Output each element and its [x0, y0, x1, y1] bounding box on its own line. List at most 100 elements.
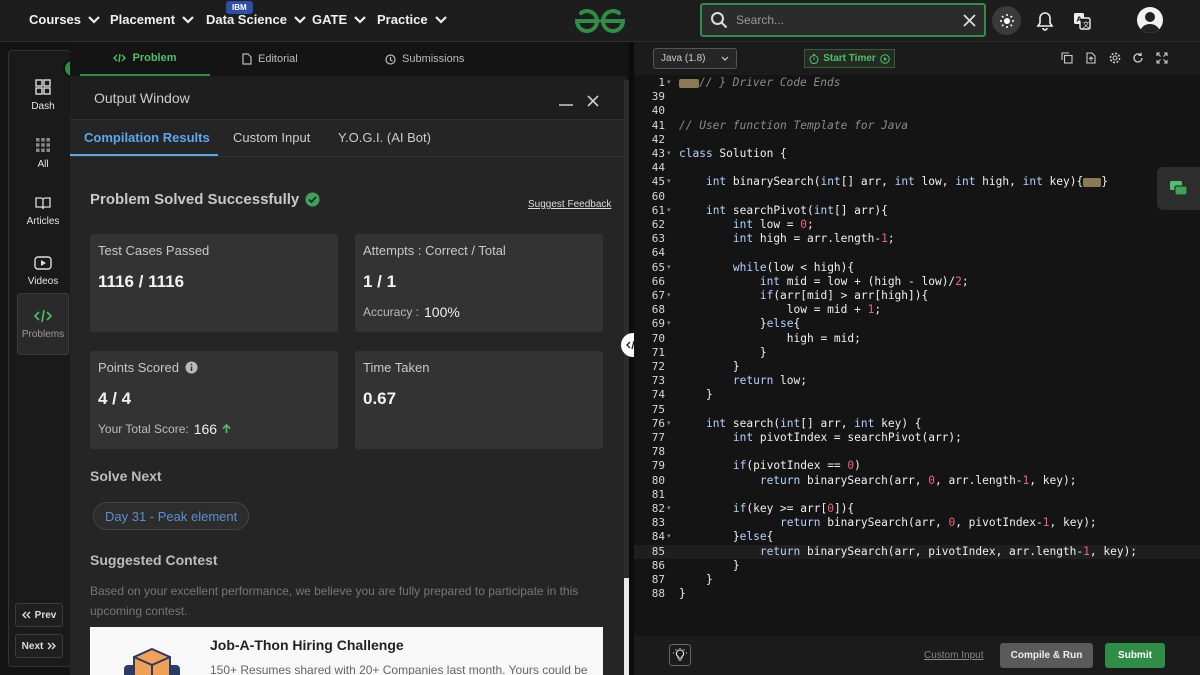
code-line[interactable]: 77 int pivotIndex = searchPivot(arr);: [634, 431, 1200, 445]
code-line[interactable]: 88}: [634, 587, 1200, 601]
tab-submissions[interactable]: Submissions: [385, 42, 464, 76]
close-icon[interactable]: [587, 95, 599, 107]
code-line[interactable]: 87 }: [634, 573, 1200, 587]
code-line[interactable]: 79 if(pivotIndex == 0): [634, 459, 1200, 473]
code-line[interactable]: 64: [634, 246, 1200, 260]
code-line[interactable]: 65 ▾ while(low < high){: [634, 261, 1200, 275]
search-box[interactable]: [700, 3, 986, 37]
code-line[interactable]: 63 int high = arr.length-1;: [634, 232, 1200, 246]
nav-practice[interactable]: Practice: [377, 12, 447, 27]
contest-banner[interactable]: Job-A-Thon Hiring Challenge 150+ Resumes…: [90, 627, 603, 675]
search-input[interactable]: [736, 13, 963, 27]
avatar[interactable]: [1137, 7, 1163, 33]
language-select[interactable]: Java (1.8): [653, 48, 737, 69]
line-number: 61: [651, 203, 665, 217]
fold-arrow-icon[interactable]: ▾: [667, 530, 671, 544]
fold-arrow-icon[interactable]: ▾: [667, 76, 671, 90]
code-line[interactable]: 66 int mid = low + (high - low)/2;: [634, 275, 1200, 289]
info-icon[interactable]: [185, 361, 198, 374]
code-line[interactable]: 76 ▾ int search(int[] arr, int key) {: [634, 417, 1200, 431]
code-line[interactable]: 62 int low = 0;: [634, 218, 1200, 232]
chevron-double-right-icon: [47, 642, 57, 650]
nav-gate[interactable]: GATE: [312, 12, 366, 27]
code-line[interactable]: 45 ▾ int binarySearch(int[] arr, int low,…: [634, 175, 1200, 189]
code-line[interactable]: 75: [634, 403, 1200, 417]
fold-arrow-icon[interactable]: ▾: [667, 502, 671, 516]
code-line[interactable]: 61 ▾ int searchPivot(int[] arr){: [634, 204, 1200, 218]
fold-arrow-icon[interactable]: ▾: [667, 204, 671, 218]
arrow-up-icon: [222, 424, 231, 433]
code-editor[interactable]: 1 ▾// } Driver Code Ends 39 40 41// User fun…: [634, 75, 1200, 636]
code-line[interactable]: 85 return binarySearch(arr, pivotIndex, …: [634, 544, 1200, 559]
copy-icon[interactable]: [1061, 52, 1073, 64]
suggest-feedback-link[interactable]: Suggest Feedback: [528, 199, 611, 210]
tab-compilation-results[interactable]: Compilation Results: [84, 130, 210, 145]
code-line[interactable]: 40: [634, 104, 1200, 118]
code-line[interactable]: 84 ▾ }else{: [634, 530, 1200, 544]
start-timer-button[interactable]: Start Timer: [804, 49, 895, 68]
code-line[interactable]: 74 }: [634, 388, 1200, 402]
minimize-icon[interactable]: [559, 96, 573, 106]
nav-placement[interactable]: Placement: [110, 12, 194, 27]
nav-data-science[interactable]: Data Science: [206, 12, 306, 27]
code-line[interactable]: 72 }: [634, 360, 1200, 374]
code-line[interactable]: 44: [634, 161, 1200, 175]
fold-arrow-icon[interactable]: ▾: [667, 289, 671, 303]
notification-button[interactable]: [1033, 9, 1057, 33]
custom-input-link[interactable]: Custom Input: [924, 650, 983, 661]
code-line[interactable]: 80 return binarySearch(arr, 0, arr.lengt…: [634, 474, 1200, 488]
code-line[interactable]: 1 ▾ // } Driver Code Ends: [634, 76, 1200, 90]
submit-button[interactable]: Submit: [1105, 643, 1165, 668]
code-line[interactable]: 70 high = mid;: [634, 332, 1200, 346]
code-line[interactable]: 83 return binarySearch(arr, 0, pivotInde…: [634, 516, 1200, 530]
next-button[interactable]: Next: [15, 634, 63, 658]
solve-next-problem[interactable]: Day 31 - Peak element: [93, 502, 250, 530]
close-icon[interactable]: [963, 13, 976, 27]
reset-icon[interactable]: [1132, 52, 1144, 64]
nav-courses[interactable]: Courses: [29, 12, 100, 27]
code-line[interactable]: 41 // User function Template for Java: [634, 119, 1200, 133]
code-line[interactable]: 71 }: [634, 346, 1200, 360]
code-line[interactable]: 73 return low;: [634, 374, 1200, 388]
fold-arrow-icon[interactable]: ▾: [667, 317, 671, 331]
tab-editorial[interactable]: Editorial: [242, 42, 298, 76]
output-window: Output Window Compilation Results Custom…: [70, 76, 627, 675]
code-text: low = mid + 1;: [679, 303, 882, 317]
sidebar-item-problems[interactable]: Problems: [17, 293, 69, 355]
code-line[interactable]: 81: [634, 488, 1200, 502]
fold-arrow-icon[interactable]: ▾: [667, 175, 671, 189]
fold-arrow-icon[interactable]: ▾: [667, 261, 671, 275]
line-number: 44: [651, 161, 665, 175]
chat-button[interactable]: [1157, 167, 1200, 210]
fold-arrow-icon[interactable]: ▾: [667, 147, 671, 161]
tab-yogi-ai-bot[interactable]: Y.O.G.I. (AI Bot): [338, 130, 431, 145]
translate-button[interactable]: A文: [1070, 9, 1094, 33]
code-line[interactable]: 39: [634, 90, 1200, 104]
code-line[interactable]: 67 ▾ if(arr[mid] > arr[high]){: [634, 289, 1200, 303]
settings-icon[interactable]: [1109, 52, 1121, 64]
compile-run-button[interactable]: Compile & Run: [1000, 643, 1093, 668]
sidebar-item-videos[interactable]: Videos: [17, 243, 69, 299]
test-cases-value: 1116 / 1116: [98, 272, 185, 291]
sidebar-item-dash[interactable]: Dash: [17, 67, 69, 123]
fold-arrow-icon[interactable]: ▾: [667, 417, 671, 431]
theme-toggle[interactable]: [992, 6, 1021, 35]
code-line[interactable]: 68 low = mid + 1;: [634, 303, 1200, 317]
tab-custom-input[interactable]: Custom Input: [233, 130, 310, 145]
code-line[interactable]: 43 ▾ class Solution {: [634, 147, 1200, 161]
code-line[interactable]: 82 ▾ if(key >= arr[0]){: [634, 502, 1200, 516]
gfg-logo[interactable]: [573, 7, 627, 35]
prev-button[interactable]: Prev: [15, 603, 63, 627]
sidebar-item-articles[interactable]: Articles: [17, 183, 69, 239]
code-line[interactable]: 86 }: [634, 559, 1200, 573]
fullscreen-icon[interactable]: [1156, 52, 1168, 64]
file-upload-icon[interactable]: [1085, 52, 1097, 64]
code-line[interactable]: 60: [634, 190, 1200, 204]
sidebar-item-all[interactable]: All: [17, 125, 69, 181]
code-line[interactable]: 42: [634, 133, 1200, 147]
code-line[interactable]: 69 ▾ }else{: [634, 317, 1200, 331]
hint-button[interactable]: [669, 644, 691, 666]
tab-problem[interactable]: Problem: [80, 42, 210, 76]
code-line[interactable]: 78: [634, 445, 1200, 459]
output-tabs: Compilation Results Custom Input Y.O.G.I…: [70, 120, 627, 157]
